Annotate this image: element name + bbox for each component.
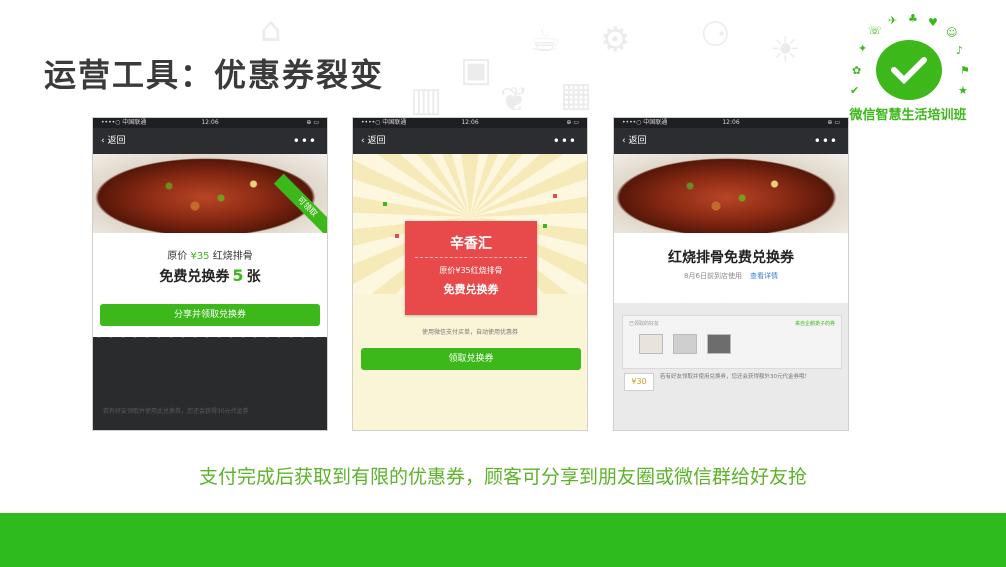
view-details-link[interactable]: 查看详情 xyxy=(750,272,778,280)
validity-text: 8月6日前到店使用 xyxy=(684,272,742,280)
coupon-count: 5 xyxy=(232,266,244,285)
wechat-chat-bubble-icon xyxy=(876,40,942,100)
coupon-title: 红烧排骨免费兑换券 xyxy=(668,250,794,266)
dish-photo xyxy=(614,154,848,233)
friends-panel: 已领取的好友 来自企鹅弟子的券 ¥30 若有好友领取并使用兑换券，您还会获得额外… xyxy=(614,298,848,430)
coupon-validity: 8月6日前到店使用 查看详情 xyxy=(614,271,848,281)
friend-avatar[interactable] xyxy=(639,334,663,354)
footer-panel: 若有好友领取并使用此兑换券，您还会获得30元代金券 xyxy=(93,331,327,430)
logo-dot-icon: ♣ xyxy=(908,12,918,25)
status-time: 12:06 xyxy=(461,119,479,126)
coupon-type: 免费兑换券 xyxy=(443,283,499,296)
nav-bar: ‹ 返回 ••• xyxy=(93,128,327,154)
status-time: 12:06 xyxy=(722,119,740,126)
coupon-info: 原价 ¥35 红烧排骨 免费兑换券 5 张 分享并领取兑换券 xyxy=(93,233,327,337)
battery-icon: ⊕ ▭ xyxy=(306,119,319,126)
coupon-desc: 原价¥35红烧排骨 xyxy=(439,266,503,275)
coupon-background: 辛香汇 原价¥35红烧排骨 免费兑换券 使用微信支付买单，自动使用优惠券 领取兑… xyxy=(353,154,587,430)
logo-dot-icon: ✿ xyxy=(852,64,862,77)
reward-amount: ¥30 xyxy=(624,373,654,391)
friends-source-link[interactable]: 来自企鹅弟子的券 xyxy=(795,320,835,327)
dish-name: 红烧排骨 xyxy=(212,251,253,262)
logo-dot-icon: ★ xyxy=(958,84,968,97)
more-menu-button[interactable]: ••• xyxy=(293,128,317,154)
bottom-bar xyxy=(0,513,1006,567)
status-time: 12:06 xyxy=(201,119,219,126)
slide-caption: 支付完成后获取到有限的优惠券，顾客可分享到朋友圈或微信群给好友抢 xyxy=(198,466,807,488)
logo-dot-icon: ♪ xyxy=(956,44,964,57)
friend-avatar[interactable] xyxy=(673,334,697,354)
coupon-detail: 红烧排骨免费兑换券 8月6日前到店使用 查看详情 xyxy=(614,233,848,303)
price-prefix: 原价 xyxy=(167,251,188,262)
brand-logo: 辛香汇 xyxy=(450,236,492,252)
slide-title: 运营工具：优惠券裂变 xyxy=(44,56,385,94)
confetti-icon xyxy=(543,224,547,228)
friend-avatar[interactable] xyxy=(707,334,731,354)
price-value: ¥35 xyxy=(190,251,210,262)
logo-dot-icon: ✔ xyxy=(850,84,860,97)
status-bar: ••••○ 中国联通 12:06 ⊕ ▭ xyxy=(614,118,848,128)
coupon-count-line: 免费兑换券 5 张 xyxy=(93,266,327,286)
coupon-card[interactable]: 辛香汇 原价¥35红烧排骨 免费兑换券 xyxy=(405,221,537,315)
logo-dot-icon: ♥ xyxy=(928,16,938,29)
bg-leaf-icon: ❦ xyxy=(500,80,529,120)
bg-shopping-cart-icon: ⌂ xyxy=(260,10,282,50)
logo-text: 微信智慧生活培训班 xyxy=(849,108,967,123)
friends-label: 已领取的好友 xyxy=(629,321,660,327)
coupon-label: 免费兑换券 xyxy=(159,269,230,285)
reward-row: ¥30 若有好友领取并使用兑换券，您还会获得额外30元代金券哦！ xyxy=(622,373,840,395)
original-price-line: 原价 ¥35 红烧排骨 xyxy=(93,247,327,262)
battery-icon: ⊕ ▭ xyxy=(827,119,840,126)
payment-hint: 使用微信支付买单，自动使用优惠券 xyxy=(421,329,518,336)
back-button[interactable]: ‹ 返回 xyxy=(622,128,646,154)
back-button[interactable]: ‹ 返回 xyxy=(361,128,385,154)
bg-bulb-icon: ☀ xyxy=(770,30,801,70)
logo-dot-icon: ⚑ xyxy=(960,64,970,77)
logo-dot-icon: ✈ xyxy=(888,14,898,27)
bg-chart-icon: ▥ xyxy=(410,80,443,120)
coupon-unit: 张 xyxy=(246,269,261,285)
confetti-icon xyxy=(553,194,557,198)
status-bar: ••••○ 中国联通 12:06 ⊕ ▭ xyxy=(353,118,587,128)
phone-screen-coupon-detail: ••••○ 中国联通 12:06 ⊕ ▭ ‹ 返回 ••• 红烧排骨免费兑换券 … xyxy=(613,117,849,431)
status-bar: ••••○ 中国联通 12:06 ⊕ ▭ xyxy=(93,118,327,128)
footer-note: 若有好友领取并使用此兑换券，您还会获得30元代金券 xyxy=(103,408,249,415)
wechat-training-logo: ✦ ☏ ✈ ♣ ♥ ☺ ♪ ⚑ ✿ ✔ ★ 微信智慧生活培训班 xyxy=(838,12,978,123)
share-and-claim-button[interactable]: 分享并领取兑换券 xyxy=(100,304,320,326)
battery-icon: ⊕ ▭ xyxy=(566,119,579,126)
phone-screen-share-coupon: ••••○ 中国联通 12:06 ⊕ ▭ ‹ 返回 ••• 可领取 原价 ¥35… xyxy=(92,117,328,431)
confetti-icon xyxy=(395,234,399,238)
back-button[interactable]: ‹ 返回 xyxy=(101,128,125,154)
nav-bar: ‹ 返回 ••• xyxy=(614,128,848,154)
phone-screen-claim-coupon: ••••○ 中国联通 12:06 ⊕ ▭ ‹ 返回 ••• 辛香汇 原价¥35红… xyxy=(352,117,588,431)
logo-dot-icon: ✦ xyxy=(858,42,868,55)
bg-briefcase-icon: ▣ xyxy=(460,50,493,90)
reward-text: 若有好友领取并使用兑换券，您还会获得额外30元代金券哦！ xyxy=(660,374,811,380)
bg-gear-icon: ⚙ xyxy=(600,20,631,60)
claim-coupon-button[interactable]: 领取兑换券 xyxy=(361,348,581,370)
bg-cup-icon: ☕ xyxy=(530,20,561,60)
bg-calendar-icon: ▦ xyxy=(560,75,593,115)
more-menu-button[interactable]: ••• xyxy=(553,128,577,154)
more-menu-button[interactable]: ••• xyxy=(814,128,838,154)
logo-dot-icon: ☺ xyxy=(946,26,958,39)
nav-bar: ‹ 返回 ••• xyxy=(353,128,587,154)
logo-dot-icon: ☏ xyxy=(868,24,882,37)
confetti-icon xyxy=(383,202,387,206)
available-ribbon: 可领取 xyxy=(273,173,327,241)
friends-card: 已领取的好友 来自企鹅弟子的券 xyxy=(622,315,842,369)
dish-photo: 可领取 xyxy=(93,154,327,241)
bg-bicycle-icon: ⚆ xyxy=(700,15,731,55)
